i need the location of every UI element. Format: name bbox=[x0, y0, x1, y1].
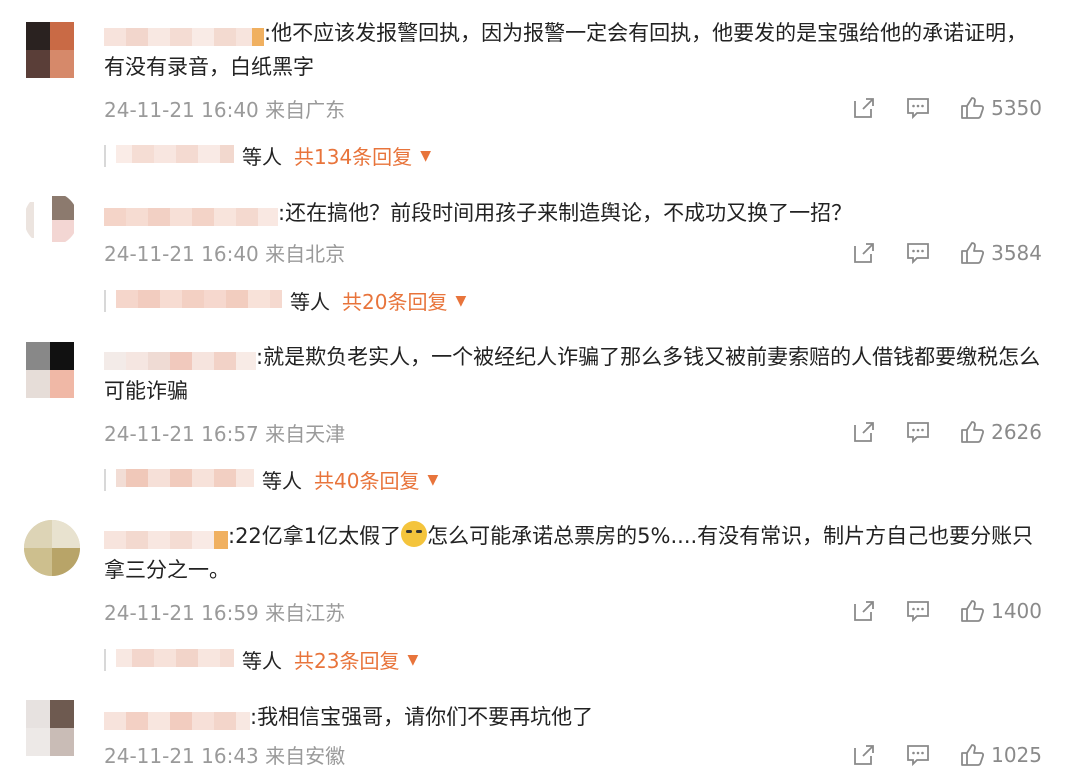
avatar[interactable] bbox=[26, 22, 74, 78]
comment-icon bbox=[905, 419, 931, 445]
timestamp: 24-11-21 16:57 bbox=[104, 422, 259, 446]
reply-suffix: 等人 bbox=[262, 469, 302, 493]
username[interactable] bbox=[104, 706, 250, 730]
thumbs-up-icon bbox=[959, 598, 985, 624]
reply-suffix: 等人 bbox=[290, 290, 330, 314]
like-count: 1025 bbox=[991, 743, 1042, 767]
comment-meta: 24-11-21 16:40 来自北京 bbox=[104, 238, 345, 267]
comment-icon bbox=[905, 598, 931, 624]
share-icon bbox=[851, 598, 877, 624]
like-count: 5350 bbox=[991, 96, 1042, 120]
comment-button[interactable] bbox=[905, 419, 931, 445]
location: 来自广东 bbox=[265, 98, 346, 122]
timestamp: 24-11-21 16:59 bbox=[104, 601, 259, 625]
location: 来自北京 bbox=[265, 242, 346, 266]
comment-meta: 24-11-21 16:40 来自广东 bbox=[104, 94, 345, 123]
comment-text: :就是欺负老实人，一个被经纪人诈骗了那么多钱又被前妻索赔的人借钱都要缴税怎么可能… bbox=[104, 345, 1041, 403]
reply-divider bbox=[104, 468, 106, 491]
thumbs-up-icon bbox=[959, 240, 985, 266]
like-button[interactable]: 5350 bbox=[959, 95, 1042, 121]
reply-suffix: 等人 bbox=[242, 649, 282, 673]
reply-divider bbox=[104, 144, 106, 167]
share-button[interactable] bbox=[851, 598, 877, 624]
timestamp: 24-11-21 16:40 bbox=[104, 242, 259, 266]
reply-count[interactable]: 共134条回复 bbox=[294, 141, 412, 170]
comment-icon bbox=[905, 95, 931, 121]
share-icon bbox=[851, 95, 877, 121]
caret-down-icon[interactable]: ▼ bbox=[427, 472, 438, 488]
caret-down-icon[interactable]: ▼ bbox=[420, 148, 431, 164]
reply-divider bbox=[104, 289, 106, 312]
username[interactable] bbox=[104, 346, 256, 370]
location: 来自安徽 bbox=[265, 744, 346, 768]
share-icon bbox=[851, 240, 877, 266]
thumbs-up-icon bbox=[959, 742, 985, 768]
like-button[interactable]: 1025 bbox=[959, 742, 1042, 768]
share-icon bbox=[851, 419, 877, 445]
comment-actions: 3584 bbox=[851, 238, 1042, 268]
caret-down-icon[interactable]: ▼ bbox=[407, 652, 418, 668]
timestamp: 24-11-21 16:40 bbox=[104, 98, 259, 122]
comment-actions: 2626 bbox=[851, 417, 1042, 447]
comment-actions: 1400 bbox=[851, 596, 1042, 626]
comment-meta: 24-11-21 16:43 来自安徽 bbox=[104, 740, 345, 769]
reply-summary[interactable]: 等人 共134条回复 ▼ bbox=[104, 141, 431, 170]
comment-text: :我相信宝强哥，请你们不要再坑他了 bbox=[104, 700, 1044, 734]
comment-text: :他不应该发报警回执，因为报警一定会有回执，他要发的是宝强给他的承诺证明，有没有… bbox=[104, 21, 1028, 79]
username[interactable] bbox=[104, 202, 278, 226]
comment-icon bbox=[905, 240, 931, 266]
comment-meta: 24-11-21 16:57 来自天津 bbox=[104, 418, 345, 447]
reply-username[interactable] bbox=[116, 648, 234, 667]
timestamp: 24-11-21 16:43 bbox=[104, 744, 259, 768]
thumbs-up-icon bbox=[959, 419, 985, 445]
like-count: 3584 bbox=[991, 241, 1042, 265]
reply-summary[interactable]: 等人 共40条回复 ▼ bbox=[104, 465, 438, 494]
like-button[interactable]: 2626 bbox=[959, 419, 1042, 445]
comment-button[interactable] bbox=[905, 598, 931, 624]
username[interactable] bbox=[104, 22, 264, 46]
share-button[interactable] bbox=[851, 419, 877, 445]
reply-summary[interactable]: 等人 共20条回复 ▼ bbox=[104, 286, 466, 315]
location: 来自江苏 bbox=[265, 601, 346, 625]
comment-button[interactable] bbox=[905, 240, 931, 266]
reply-username[interactable] bbox=[116, 144, 234, 163]
comment-text: :还在搞他？前段时间用孩子来制造舆论，不成功又换了一招？ bbox=[104, 196, 1044, 230]
avatar[interactable] bbox=[26, 342, 74, 398]
avatar[interactable] bbox=[26, 700, 74, 756]
location: 来自天津 bbox=[265, 422, 346, 446]
comment-meta: 24-11-21 16:59 来自江苏 bbox=[104, 597, 345, 626]
reply-summary[interactable]: 等人 共23条回复 ▼ bbox=[104, 645, 418, 674]
comment-actions: 5350 bbox=[851, 93, 1042, 123]
reply-count[interactable]: 共23条回复 bbox=[294, 645, 399, 674]
reply-divider bbox=[104, 648, 106, 671]
like-button[interactable]: 3584 bbox=[959, 240, 1042, 266]
username[interactable] bbox=[104, 525, 228, 549]
share-button[interactable] bbox=[851, 240, 877, 266]
reply-suffix: 等人 bbox=[242, 145, 282, 169]
reply-username[interactable] bbox=[116, 468, 254, 487]
like-count: 2626 bbox=[991, 420, 1042, 444]
grimace-emoji-icon bbox=[401, 521, 428, 547]
reply-count[interactable]: 共40条回复 bbox=[314, 465, 419, 494]
like-count: 1400 bbox=[991, 599, 1042, 623]
share-icon bbox=[851, 742, 877, 768]
comment-button[interactable] bbox=[905, 742, 931, 768]
like-button[interactable]: 1400 bbox=[959, 598, 1042, 624]
reply-username[interactable] bbox=[116, 289, 282, 308]
comment-actions: 1025 bbox=[851, 740, 1042, 770]
thumbs-up-icon bbox=[959, 95, 985, 121]
comment-icon bbox=[905, 742, 931, 768]
avatar[interactable] bbox=[24, 192, 78, 246]
share-button[interactable] bbox=[851, 95, 877, 121]
comment-text: :22亿拿1亿太假了 怎么可能承诺总票房的5%....有没有常识，制片方自己也要分… bbox=[104, 519, 1044, 587]
caret-down-icon[interactable]: ▼ bbox=[455, 293, 466, 309]
comment-button[interactable] bbox=[905, 95, 931, 121]
reply-count[interactable]: 共20条回复 bbox=[342, 286, 447, 315]
share-button[interactable] bbox=[851, 742, 877, 768]
avatar[interactable] bbox=[24, 520, 80, 576]
